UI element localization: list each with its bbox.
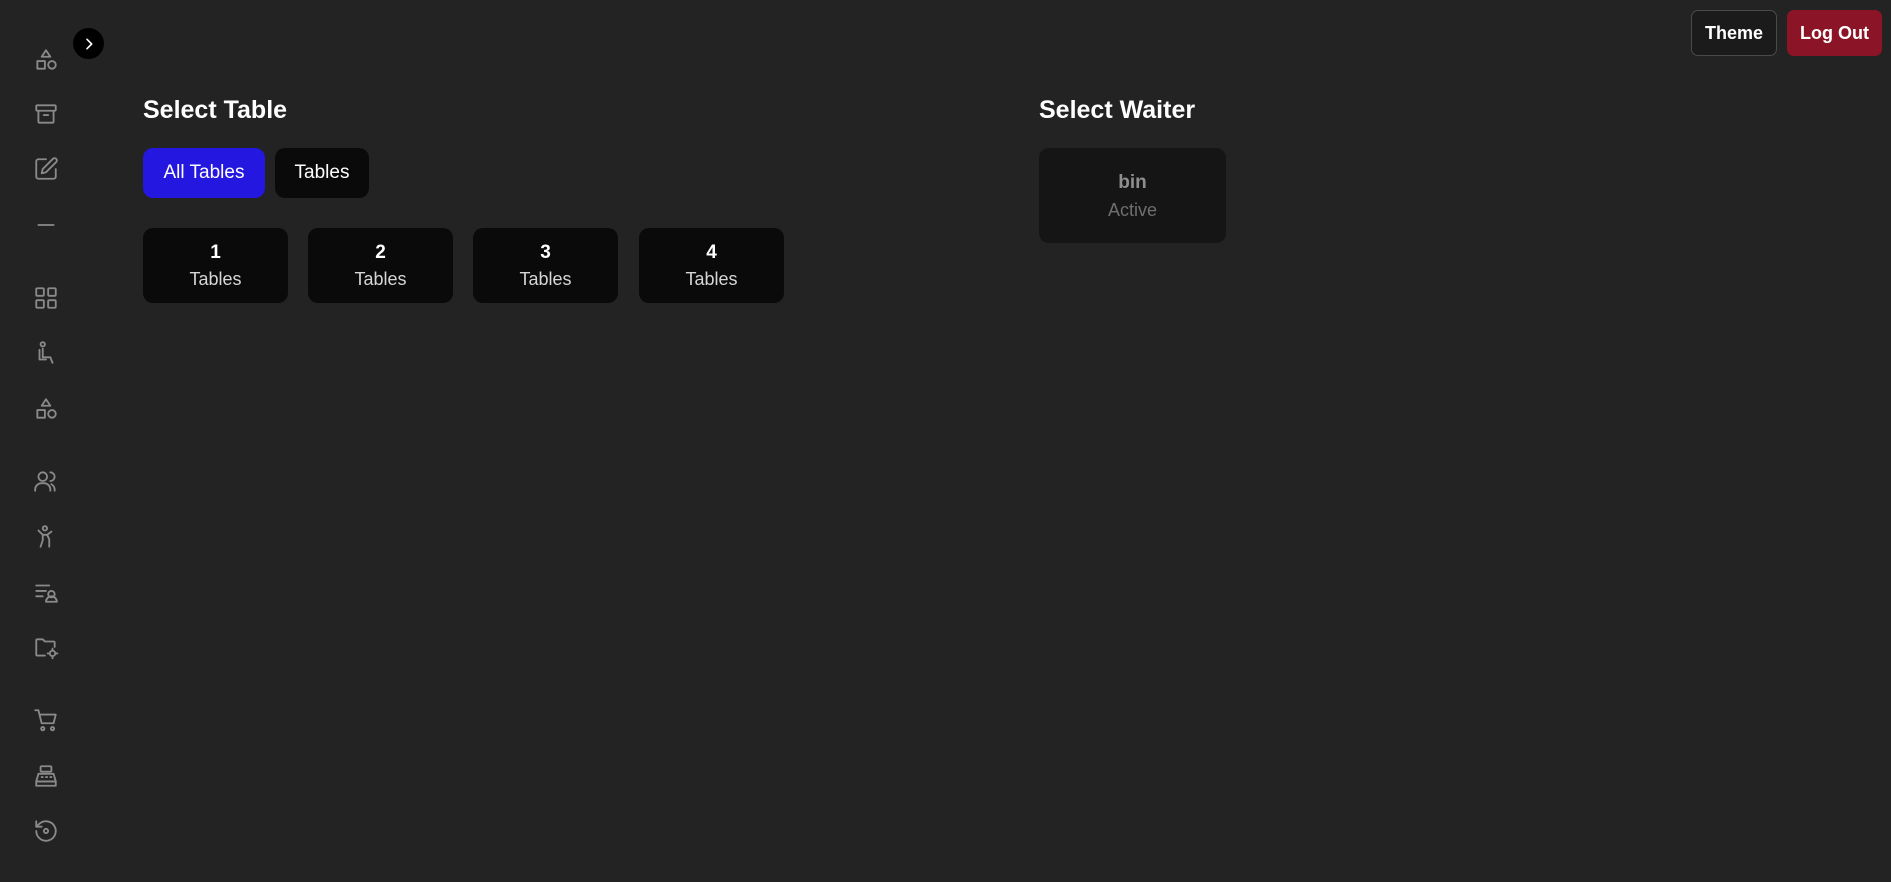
users-icon[interactable]: [30, 465, 62, 497]
table-number: 3: [540, 241, 551, 263]
table-number: 4: [706, 241, 717, 263]
waiter-name: bin: [1118, 171, 1147, 193]
chevron-right-icon: [85, 38, 92, 49]
table-card-3[interactable]: 3 Tables: [473, 228, 618, 303]
person-icon[interactable]: [30, 521, 62, 553]
select-waiter-title: Select Waiter: [1039, 96, 1196, 124]
seat-icon[interactable]: [30, 337, 62, 369]
sidebar-toggle-button[interactable]: [73, 28, 104, 59]
grid-icon[interactable]: [30, 282, 62, 314]
table-card-1[interactable]: 1 Tables: [143, 228, 288, 303]
shapes-icon[interactable]: [30, 393, 62, 425]
list-user-icon[interactable]: [30, 576, 62, 608]
table-label: Tables: [189, 268, 242, 289]
filter-tables-button[interactable]: Tables: [275, 148, 369, 198]
edit-icon[interactable]: [30, 153, 62, 185]
table-number: 2: [375, 241, 386, 263]
select-table-title: Select Table: [143, 96, 288, 124]
shapes-icon[interactable]: [30, 44, 62, 76]
logout-button[interactable]: Log Out: [1787, 10, 1882, 56]
minus-icon: [30, 209, 62, 241]
table-label: Tables: [519, 268, 572, 289]
theme-button[interactable]: Theme: [1691, 10, 1777, 56]
table-card-2[interactable]: 2 Tables: [308, 228, 453, 303]
cart-icon[interactable]: [30, 704, 62, 736]
table-label: Tables: [685, 268, 738, 289]
filter-all-tables-button[interactable]: All Tables: [143, 148, 265, 198]
sidebar: [0, 0, 92, 882]
table-number: 1: [210, 241, 221, 263]
history-icon[interactable]: [30, 815, 62, 847]
folder-settings-icon[interactable]: [30, 632, 62, 664]
archive-icon[interactable]: [30, 98, 62, 130]
cash-register-icon[interactable]: [30, 760, 62, 792]
waiter-status: Active: [1107, 199, 1158, 220]
waiter-card[interactable]: bin Active: [1039, 148, 1226, 243]
table-card-4[interactable]: 4 Tables: [639, 228, 784, 303]
table-label: Tables: [354, 268, 407, 289]
